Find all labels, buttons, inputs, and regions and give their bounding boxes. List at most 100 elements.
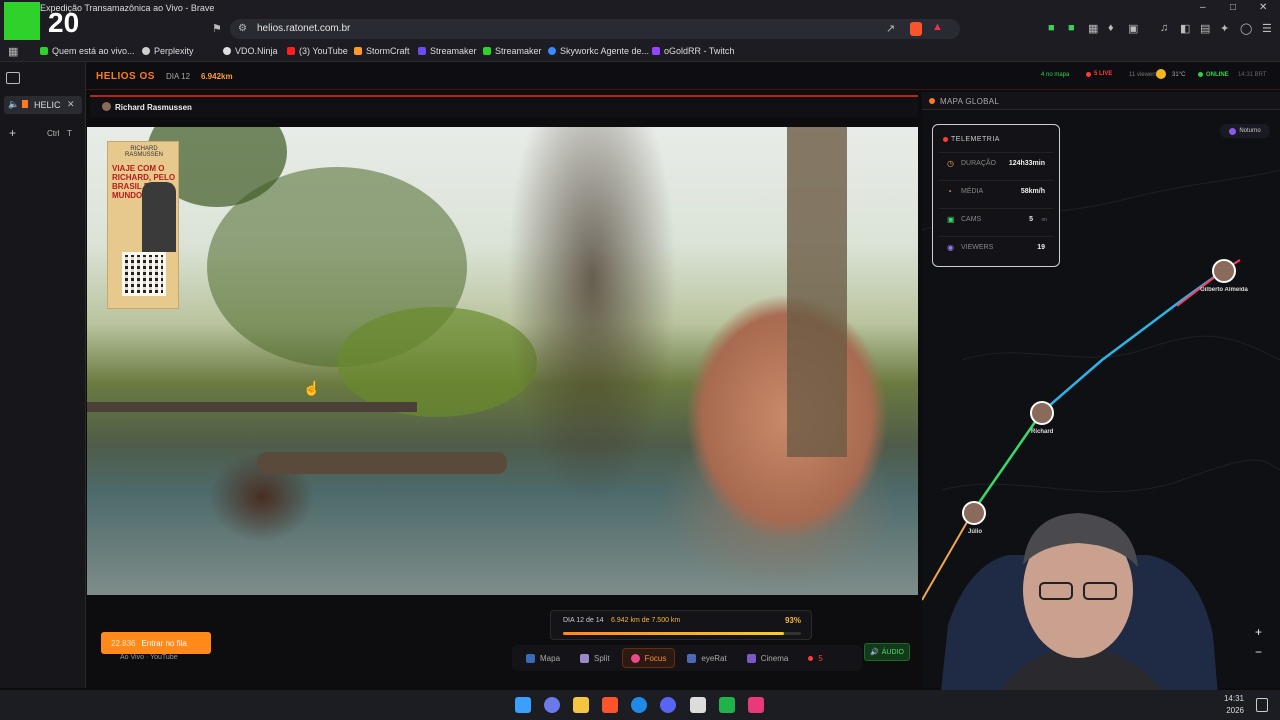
browser-sidebar: 🔈 HELIC ✕ + Ctrl T bbox=[0, 62, 86, 688]
map-view-button[interactable]: Mapa bbox=[518, 648, 568, 668]
bookmark-item[interactable]: Streamaker bbox=[418, 46, 477, 56]
brave-rewards-icon[interactable]: ▲ bbox=[932, 21, 943, 33]
leo-ai-icon[interactable]: ✦ bbox=[1220, 22, 1229, 35]
streamaker-icon bbox=[483, 47, 491, 55]
rec-dot-icon bbox=[943, 137, 948, 142]
audio-button[interactable]: 🔊 ÁUDIO bbox=[864, 643, 910, 661]
map-title: MAPA GLOBAL bbox=[940, 97, 1000, 106]
edge-icon[interactable] bbox=[631, 697, 647, 713]
join-queue-button[interactable]: 22.836 Entrar no fila bbox=[101, 632, 211, 654]
chevron-down-icon[interactable]: ⌄ bbox=[186, 102, 193, 111]
route-green bbox=[972, 411, 1044, 511]
progress-km: 6.942 km de 7.500 km bbox=[611, 617, 681, 624]
bookmark-item[interactable]: oGoldRR - Twitch bbox=[652, 46, 734, 56]
live-cams-button[interactable]: 5 bbox=[800, 648, 830, 668]
progress-track bbox=[563, 632, 801, 635]
puzzle-icon[interactable]: ♦ bbox=[1108, 22, 1114, 34]
maximize-icon[interactable]: □ bbox=[1230, 2, 1236, 13]
app-icon[interactable] bbox=[544, 697, 560, 713]
menu-icon[interactable]: ☰ bbox=[1262, 22, 1272, 35]
site-icon bbox=[40, 47, 48, 55]
vertical-tab[interactable]: 🔈 HELIC ✕ bbox=[4, 96, 82, 114]
bookmark-icon[interactable]: ⚑ bbox=[212, 22, 222, 35]
video-header: Richard Rasmussen ⌄ bbox=[90, 95, 918, 117]
eye-icon bbox=[687, 653, 697, 663]
progress-fill bbox=[563, 632, 785, 635]
streamer-name: Richard Rasmussen bbox=[115, 103, 192, 112]
focus-icon bbox=[630, 653, 640, 663]
map-pin-gilberto[interactable] bbox=[1212, 259, 1236, 283]
bookmark-item[interactable]: VDO.Ninja bbox=[223, 46, 278, 56]
speaker-icon[interactable]: 🔈 bbox=[8, 99, 19, 110]
qr-code bbox=[122, 252, 166, 296]
clock-icon: ◷ bbox=[947, 159, 954, 168]
cinema-view-button[interactable]: Cinema bbox=[739, 648, 797, 668]
discord-icon[interactable] bbox=[660, 697, 676, 713]
site-settings-icon[interactable]: ⚙ bbox=[238, 23, 247, 34]
skywork-icon bbox=[548, 47, 556, 55]
media-icon[interactable]: ♫ bbox=[1160, 22, 1168, 34]
close-tab-icon[interactable]: ✕ bbox=[67, 99, 75, 110]
map-header: MAPA GLOBAL bbox=[922, 92, 1280, 110]
bookmark-item[interactable]: Perplexity bbox=[142, 46, 194, 56]
tab-label: HELIC bbox=[34, 100, 61, 110]
address-bar[interactable]: ⚙ helios.ratonet.com.br ↗ ▲ bbox=[230, 19, 960, 39]
join-label: Entrar no fila bbox=[141, 638, 187, 648]
minimize-icon[interactable]: – bbox=[1200, 2, 1206, 13]
zoom-out-button[interactable]: − bbox=[1255, 645, 1262, 659]
wallet-icon[interactable]: ▤ bbox=[1200, 22, 1210, 35]
map-pin-richard[interactable] bbox=[1030, 401, 1054, 425]
bookmark-item[interactable]: Skyworkc Agente de... bbox=[548, 46, 649, 56]
viewer-count: 11 viewers bbox=[1129, 72, 1158, 78]
telemetry-panel: TELEMETRIA ◷ DURAÇÃO 124h33min ◔ MÉDIA 5… bbox=[932, 124, 1060, 267]
shortcut-ctrl: Ctrl bbox=[47, 129, 60, 138]
telemetry-row-viewers: ◉ VIEWERS 19 bbox=[939, 236, 1053, 258]
screenshot-icon[interactable]: ▣ bbox=[1128, 22, 1138, 35]
favicon-icon bbox=[22, 100, 28, 108]
bookmark-item[interactable]: StormCraft bbox=[354, 46, 410, 56]
zoom-in-button[interactable]: + bbox=[1255, 625, 1262, 639]
live-video[interactable]: ☝ bbox=[87, 127, 918, 595]
split-icon bbox=[580, 653, 590, 663]
night-mode-toggle[interactable]: Noturno bbox=[1220, 124, 1270, 138]
clock-brt: 14:31 BRT bbox=[1238, 72, 1267, 78]
webcam-figure bbox=[938, 513, 1220, 720]
brave-icon[interactable] bbox=[602, 697, 618, 713]
cinema-icon bbox=[746, 653, 756, 663]
brave-shields-icon[interactable] bbox=[910, 22, 922, 36]
split-view-button[interactable]: Split bbox=[572, 648, 618, 668]
vpn-icon[interactable]: ◯ bbox=[1240, 22, 1252, 35]
sidebar-panel-icon[interactable] bbox=[6, 72, 20, 84]
extension-green2-icon[interactable]: ■ bbox=[1068, 22, 1075, 34]
view-toolbar: Mapa Split Focus eyeRat Cinema 5 bbox=[512, 645, 862, 671]
notification-icon[interactable] bbox=[1256, 698, 1268, 712]
os-taskbar: 14:31 2026 bbox=[0, 690, 1280, 720]
trip-progress: DIA 12 de 14 6.942 km de 7.500 km 93% bbox=[550, 610, 812, 640]
file-explorer-icon[interactable] bbox=[573, 697, 589, 713]
apps-grid-icon[interactable]: ▦ bbox=[8, 45, 18, 58]
bookmark-item[interactable]: (3) YouTube bbox=[287, 46, 348, 56]
stormcraft-icon bbox=[354, 47, 362, 55]
app-play-icon[interactable] bbox=[719, 697, 735, 713]
app-active-icon[interactable] bbox=[748, 697, 764, 713]
bookmark-item[interactable]: Quem está ao vivo... bbox=[40, 46, 135, 56]
extension-icon[interactable]: ▦ bbox=[1088, 22, 1098, 35]
on-map-count: 4 no mapa bbox=[1041, 72, 1070, 78]
poster-person bbox=[142, 182, 176, 252]
focus-view-button[interactable]: Focus bbox=[621, 648, 676, 668]
new-tab-icon[interactable]: + bbox=[9, 126, 16, 140]
eye-icon: ◉ bbox=[947, 243, 954, 252]
twitch-icon bbox=[652, 47, 660, 55]
windows-start-icon[interactable] bbox=[515, 697, 531, 713]
extension-green-icon[interactable]: ■ bbox=[1048, 22, 1055, 34]
app-s-icon[interactable] bbox=[690, 697, 706, 713]
shortcut-key: T bbox=[67, 129, 72, 138]
close-window-icon[interactable]: ✕ bbox=[1259, 2, 1267, 13]
bookmark-item[interactable]: Streamaker bbox=[483, 46, 542, 56]
eyerat-view-button[interactable]: eyeRat bbox=[679, 648, 734, 668]
pin-label: Richard bbox=[1031, 429, 1054, 435]
system-clock[interactable]: 14:31 2026 bbox=[1224, 693, 1244, 717]
sidebar-toggle-icon[interactable]: ◧ bbox=[1180, 22, 1190, 35]
share-icon[interactable]: ↗ bbox=[886, 22, 895, 35]
app-header: HELIOS OS DIA 12 6.942km 4 no mapa 5 LIV… bbox=[86, 62, 1280, 90]
